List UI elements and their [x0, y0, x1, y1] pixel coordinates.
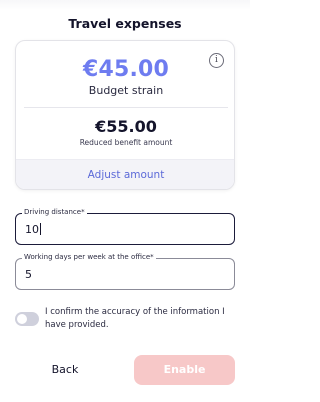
travel-expenses-screen: Travel expenses i €45.00 Budget strain €… [0, 0, 250, 402]
driving-distance-value: 10 [25, 223, 39, 236]
top-fade [0, 0, 250, 10]
working-days-label: Working days per week at the office* [22, 253, 156, 261]
working-days-field[interactable]: Working days per week at the office* 5 [15, 253, 235, 290]
card-divider [24, 107, 228, 108]
text-caret [40, 223, 41, 235]
driving-distance-input[interactable]: 10 [25, 223, 41, 236]
confirm-toggle[interactable] [15, 312, 39, 326]
back-button[interactable]: Back [15, 355, 115, 385]
adjust-amount-link[interactable]: Adjust amount [16, 169, 234, 181]
budget-amount: €45.00 [82, 57, 170, 82]
driving-distance-label: Driving distance* [22, 208, 87, 216]
budget-label: Budget strain [88, 84, 164, 97]
reduced-amount: €55.00 [95, 117, 157, 136]
driving-distance-field[interactable]: Driving distance* 10 [15, 208, 235, 245]
page-title: Travel expenses [68, 16, 182, 31]
working-days-input[interactable]: 5 [25, 268, 32, 281]
reduced-label: Reduced benefit amount [79, 138, 173, 147]
toggle-knob [17, 314, 27, 324]
confirm-text: I confirm the accuracy of the informatio… [45, 307, 225, 330]
enable-button[interactable]: Enable [134, 355, 235, 385]
adjust-amount-bar[interactable]: Adjust amount [16, 159, 234, 189]
summary-card: i €45.00 Budget strain €55.00 Reduced be… [15, 40, 235, 190]
